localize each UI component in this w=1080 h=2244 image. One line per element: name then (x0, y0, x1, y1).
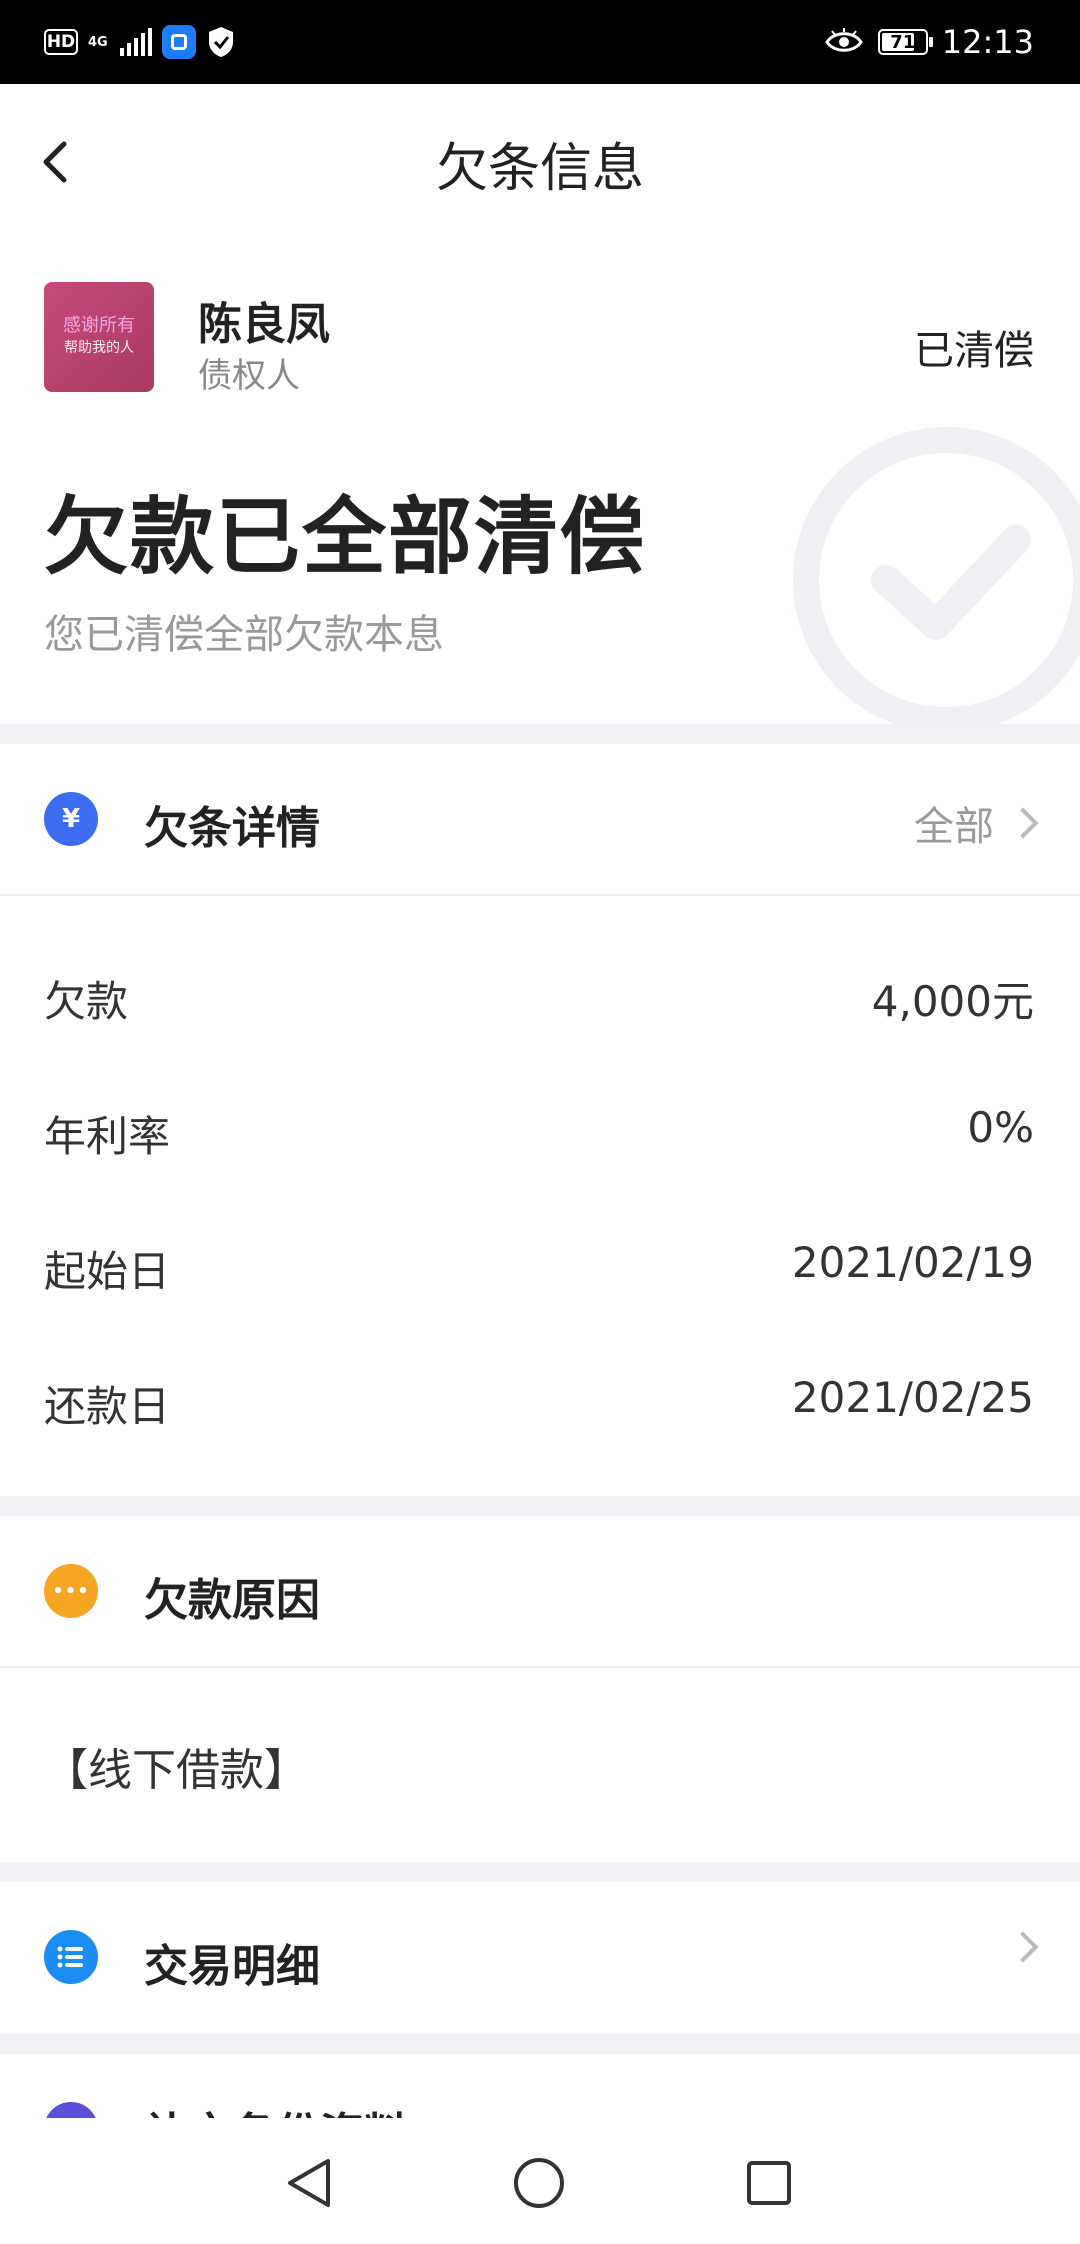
view-all-label: 全部 (914, 804, 994, 850)
status-badge: 已清偿 (914, 328, 1034, 374)
partial-section-title: 补充备份资料 (144, 2098, 408, 2118)
nav-recents-button[interactable] (734, 2148, 804, 2218)
divider (0, 724, 1080, 744)
nav-home-button[interactable] (504, 2148, 574, 2218)
chevron-right-icon (1007, 1931, 1039, 1963)
banner-subtitle: 您已清偿全部欠款本息 (44, 612, 444, 658)
message-icon: ••• (44, 1564, 98, 1618)
detail-value: 2021/02/19 (791, 1238, 1034, 1287)
document-icon (44, 2102, 98, 2118)
header: 欠条信息 (0, 84, 1080, 236)
creditor-role: 债权人 (198, 356, 300, 396)
detail-label: 起始日 (44, 1247, 171, 1296)
app-notification-icon (162, 25, 196, 59)
partial-section-header[interactable]: 补充备份资料 (0, 2054, 1080, 2118)
avatar[interactable]: 感谢所有 帮助我的人 (44, 282, 154, 392)
details-title: 欠条详情 (144, 803, 320, 854)
detail-label: 欠款 (44, 977, 129, 1026)
detail-row-amount: 欠款 4,000元 (0, 928, 1080, 1063)
divider (0, 1496, 1080, 1516)
network-type-label: 4G (88, 34, 108, 50)
creditor-name: 陈良凤 (198, 299, 330, 350)
status-bar: HD 4G 71 12:13 (0, 0, 1080, 84)
details-section-header[interactable]: ¥ 欠条详情 全部 (0, 744, 1080, 896)
list-icon (44, 1930, 98, 1984)
signal-icon (120, 28, 152, 56)
hd-icon: HD (44, 29, 78, 55)
clock: 12:13 (941, 23, 1034, 61)
check-watermark-icon (793, 427, 1080, 733)
nav-home-icon (514, 2158, 564, 2208)
detail-row-due-date: 还款日 2021/02/25 (0, 1333, 1080, 1468)
divider (0, 2034, 1080, 2054)
transactions-section-header[interactable]: 交易明细 (0, 1882, 1080, 2032)
divider (0, 1862, 1080, 1882)
nav-recents-icon (747, 2161, 791, 2205)
detail-value: 0% (967, 1103, 1034, 1152)
transactions-title: 交易明细 (144, 1941, 320, 1992)
chevron-right-icon (1007, 807, 1039, 839)
detail-value: 2021/02/25 (791, 1373, 1034, 1422)
detail-value: 4,000元 (871, 977, 1034, 1026)
battery-icon: 71 (877, 29, 933, 55)
transactions-chevron[interactable] (1007, 1931, 1039, 1963)
receipt-icon: ¥ (44, 792, 98, 846)
eye-comfort-icon (825, 28, 863, 52)
reason-title: 欠款原因 (144, 1575, 320, 1626)
nav-back-icon (288, 2159, 330, 2207)
page-title: 欠条信息 (435, 139, 644, 199)
reason-text: 【线下借款】 (44, 1745, 308, 1796)
detail-label: 年利率 (44, 1112, 171, 1161)
banner-title: 欠款已全部清偿 (44, 488, 647, 586)
creditor-card: 感谢所有 帮助我的人 陈良凤 债权人 已清偿 (0, 282, 1080, 396)
reason-section-header: ••• 欠款原因 (0, 1516, 1080, 1668)
avatar-text-line1: 感谢所有 (63, 315, 135, 336)
detail-row-start-date: 起始日 2021/02/19 (0, 1198, 1080, 1333)
view-all-link[interactable]: 全部 (914, 794, 1039, 852)
detail-row-rate: 年利率 0% (0, 1063, 1080, 1198)
nav-back-button[interactable] (274, 2148, 344, 2218)
shield-icon (209, 27, 233, 57)
system-nav-bar (0, 2118, 1080, 2244)
avatar-text-line2: 帮助我的人 (64, 340, 134, 356)
detail-label: 还款日 (44, 1382, 171, 1431)
